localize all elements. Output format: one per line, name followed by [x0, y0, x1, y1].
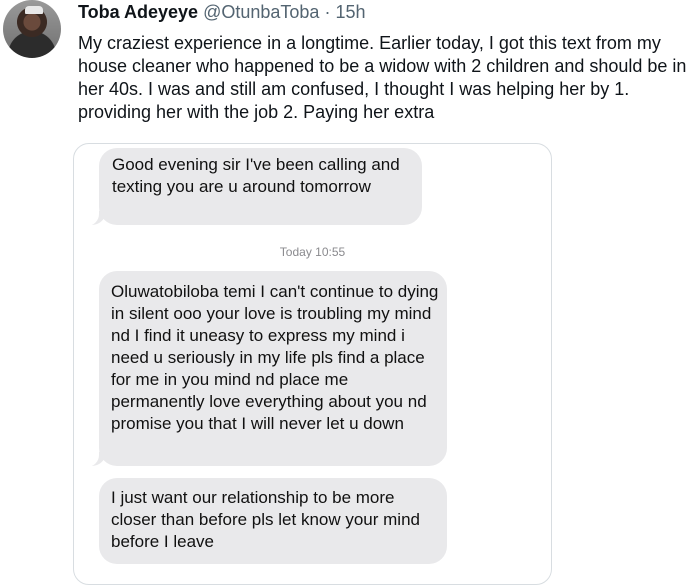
tweet-header: Toba Adeyeye @OtunbaToba · 15h: [78, 2, 366, 23]
author-handle[interactable]: @OtunbaToba: [203, 2, 319, 22]
message-text: Oluwatobiloba temi I can't continue to d…: [111, 282, 439, 433]
message-bubble: Oluwatobiloba temi I can't continue to d…: [99, 271, 447, 466]
author-name[interactable]: Toba Adeyeye: [78, 2, 198, 22]
tweet-timestamp[interactable]: 15h: [335, 2, 365, 22]
message-timestamp: Today 10:55: [279, 245, 346, 259]
message-bubble: Good evening sir I've been calling and t…: [99, 148, 422, 225]
avatar-cap-shape: [25, 6, 43, 14]
separator-dot: ·: [324, 2, 331, 22]
message-text: Good evening sir I've been calling and t…: [112, 155, 400, 196]
tweet-text: My craziest experience in a longtime. Ea…: [78, 33, 687, 122]
message-bubble: I just want our relationship to be more …: [99, 478, 447, 564]
author-avatar[interactable]: [3, 0, 61, 58]
message-text: I just want our relationship to be more …: [111, 488, 420, 551]
attached-screenshot[interactable]: Good evening sir I've been calling and t…: [73, 143, 552, 585]
